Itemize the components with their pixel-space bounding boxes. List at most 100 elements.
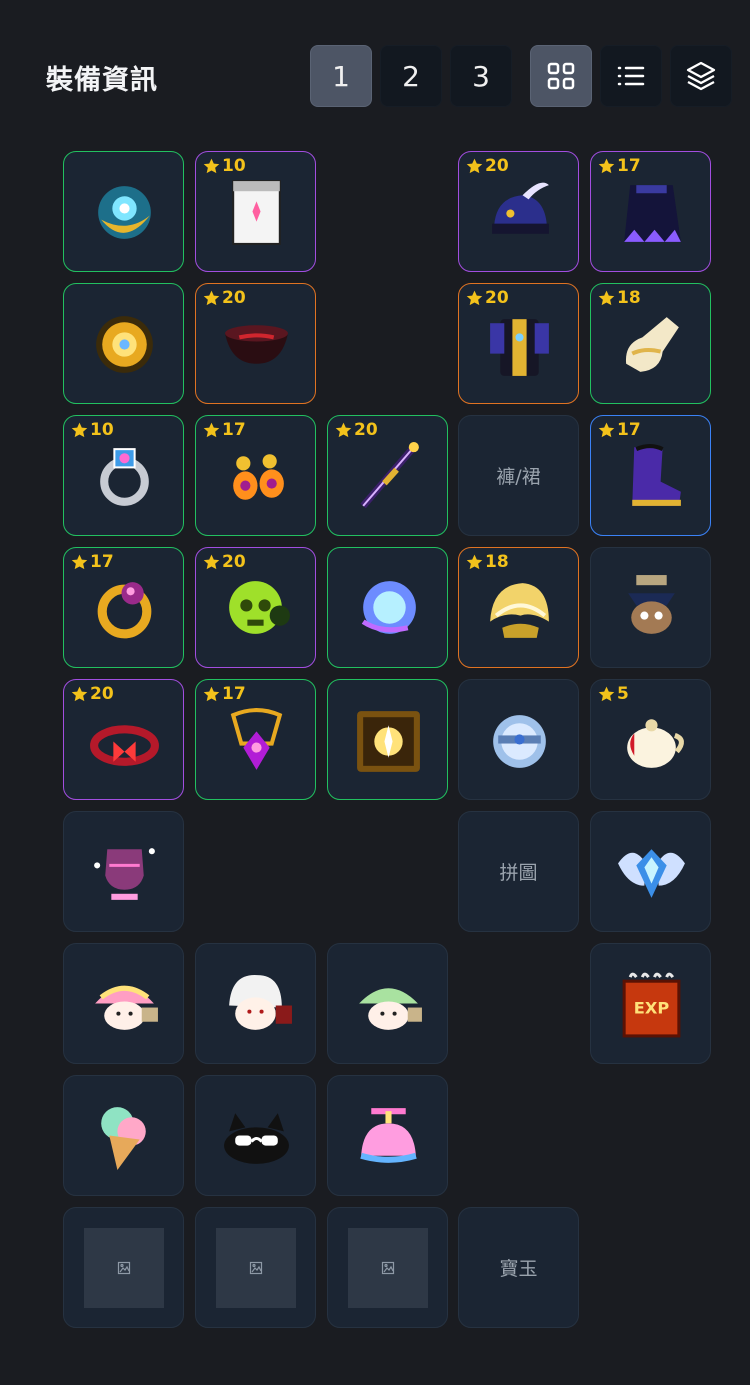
earring-slot[interactable]: 17 bbox=[195, 415, 316, 536]
pet3-slot[interactable] bbox=[327, 943, 448, 1064]
star-force-badge: 20 bbox=[465, 156, 509, 176]
star-force-badge: 20 bbox=[465, 288, 509, 308]
star-icon bbox=[202, 685, 222, 704]
page-1-button[interactable]: 1 bbox=[310, 45, 372, 107]
list-view-button[interactable] bbox=[600, 45, 662, 107]
empty1-slot[interactable] bbox=[63, 1207, 184, 1328]
slot-label: 寶玉 bbox=[499, 1258, 538, 1280]
star-icon bbox=[465, 289, 485, 308]
star-icon bbox=[597, 157, 617, 176]
potion-slot[interactable] bbox=[63, 811, 184, 932]
empty3-slot[interactable] bbox=[327, 1207, 448, 1328]
pet1-slot[interactable] bbox=[63, 943, 184, 1064]
page-3-label: 3 bbox=[472, 59, 490, 93]
shoulder-slot[interactable]: 18 bbox=[458, 547, 579, 668]
pet-item2-slot[interactable] bbox=[195, 1075, 316, 1196]
star-force-badge: 20 bbox=[202, 288, 246, 308]
star-force-badge: 17 bbox=[202, 684, 246, 704]
star-icon bbox=[597, 289, 617, 308]
white-scroll-card-icon bbox=[219, 175, 294, 250]
star-icon bbox=[202, 157, 222, 176]
blue-orb-icon bbox=[351, 571, 426, 646]
star-count: 20 bbox=[222, 552, 246, 572]
star-force-badge: 17 bbox=[202, 420, 246, 440]
white-hair-pet-icon bbox=[219, 967, 294, 1042]
gold-frame-icon bbox=[351, 703, 426, 778]
dark-armor-top-icon bbox=[482, 307, 557, 382]
ring2-slot[interactable]: 17 bbox=[63, 547, 184, 668]
broken-image-icon bbox=[249, 1261, 263, 1275]
star-icon bbox=[70, 685, 90, 704]
page-1-label: 1 bbox=[332, 59, 350, 93]
grid-view-button[interactable] bbox=[530, 45, 592, 107]
bottom-slot[interactable]: 褲/裙 bbox=[458, 415, 579, 536]
pet-item3-slot[interactable] bbox=[327, 1075, 448, 1196]
weapon-slot[interactable]: 20 bbox=[327, 415, 448, 536]
blue-sphere-icon bbox=[482, 703, 557, 778]
silver-wing-medal-icon bbox=[614, 835, 689, 910]
book-slot[interactable]: EXP bbox=[590, 943, 711, 1064]
heart-slot[interactable] bbox=[458, 679, 579, 800]
star-count: 20 bbox=[485, 288, 509, 308]
star-icon bbox=[334, 421, 354, 440]
glove-slot[interactable]: 18 bbox=[590, 283, 711, 404]
puzzle-slot[interactable]: 拼圖 bbox=[458, 811, 579, 932]
gold-earrings-icon bbox=[219, 439, 294, 514]
android-character-icon bbox=[614, 571, 689, 646]
medal-slot[interactable] bbox=[590, 811, 711, 932]
empty2-slot[interactable] bbox=[195, 1207, 316, 1328]
star-count: 5 bbox=[617, 684, 629, 704]
hat-slot[interactable]: 20 bbox=[458, 151, 579, 272]
star-count: 20 bbox=[222, 288, 246, 308]
image-placeholder bbox=[216, 1228, 296, 1308]
ring-slot[interactable]: 10 bbox=[63, 415, 184, 536]
star-force-badge: 10 bbox=[202, 156, 246, 176]
secondary-slot[interactable] bbox=[327, 547, 448, 668]
shoes-slot[interactable]: 17 bbox=[590, 415, 711, 536]
star-count: 17 bbox=[222, 420, 246, 440]
star-icon bbox=[202, 553, 222, 572]
star-count: 17 bbox=[90, 552, 114, 572]
pendant-slot[interactable]: 17 bbox=[195, 679, 316, 800]
broken-image-icon bbox=[117, 1261, 131, 1275]
badge-slot[interactable]: 10 bbox=[195, 151, 316, 272]
star-count: 20 bbox=[485, 156, 509, 176]
face-slot[interactable]: 20 bbox=[195, 283, 316, 404]
page-2-button[interactable]: 2 bbox=[380, 45, 442, 107]
android-slot[interactable] bbox=[590, 547, 711, 668]
ice-cream-icon bbox=[87, 1099, 162, 1174]
top-slot[interactable]: 20 bbox=[458, 283, 579, 404]
exp-book-icon: EXP bbox=[614, 967, 689, 1042]
emblem-slot[interactable] bbox=[63, 151, 184, 272]
gem-slot[interactable]: 寶玉 bbox=[458, 1207, 579, 1328]
pet2-slot[interactable] bbox=[195, 943, 316, 1064]
star-count: 17 bbox=[222, 684, 246, 704]
pocket-slot[interactable]: 20 bbox=[195, 547, 316, 668]
emblem2-slot[interactable] bbox=[63, 283, 184, 404]
star-count: 18 bbox=[617, 288, 641, 308]
star-force-badge: 17 bbox=[597, 420, 641, 440]
pet-item1-slot[interactable] bbox=[63, 1075, 184, 1196]
dark-red-bowl-icon bbox=[219, 307, 294, 382]
belt-slot[interactable]: 20 bbox=[63, 679, 184, 800]
star-count: 17 bbox=[617, 420, 641, 440]
star-icon bbox=[465, 553, 485, 572]
star-force-badge: 18 bbox=[597, 288, 641, 308]
image-placeholder bbox=[348, 1228, 428, 1308]
silver-gem-ring-icon bbox=[87, 439, 162, 514]
page-3-button[interactable]: 3 bbox=[450, 45, 512, 107]
star-count: 18 bbox=[485, 552, 509, 572]
image-placeholder bbox=[84, 1228, 164, 1308]
green-mushroom-icon bbox=[351, 967, 426, 1042]
eye-slot[interactable] bbox=[327, 679, 448, 800]
purple-staff-icon bbox=[351, 439, 426, 514]
star-force-badge: 17 bbox=[597, 156, 641, 176]
list-view-icon bbox=[617, 66, 645, 86]
svg-text:EXP: EXP bbox=[634, 999, 670, 1018]
star-icon bbox=[597, 685, 617, 704]
star-icon bbox=[70, 421, 90, 440]
star-count: 10 bbox=[90, 420, 114, 440]
layers-view-button[interactable] bbox=[670, 45, 732, 107]
totem-slot[interactable]: 5 bbox=[590, 679, 711, 800]
cape-slot[interactable]: 17 bbox=[590, 151, 711, 272]
